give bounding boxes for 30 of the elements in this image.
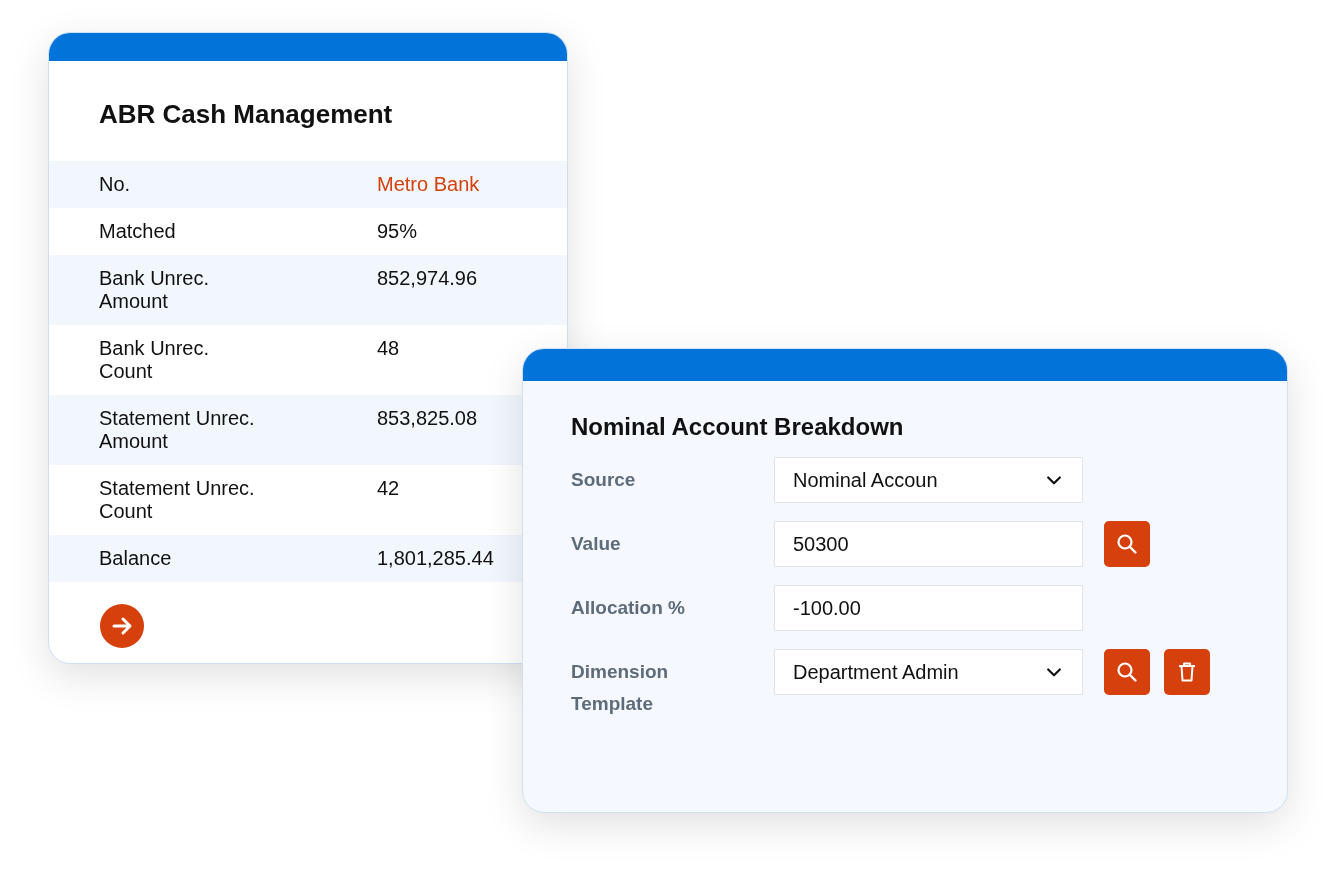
search-button[interactable]	[1104, 649, 1150, 695]
row-label: No.	[99, 173, 132, 196]
delete-button[interactable]	[1164, 649, 1210, 695]
row-label: Bank Unrec. Amount	[99, 267, 211, 313]
input-field[interactable]: -100.00	[774, 585, 1083, 631]
row-value: 42	[377, 477, 400, 501]
input-field[interactable]: 50300	[774, 521, 1083, 567]
search-icon	[1115, 532, 1139, 556]
field-label: Source	[571, 468, 637, 492]
field-label: Value	[571, 532, 622, 556]
card-title: ABR Cash Management	[99, 98, 394, 131]
row-label: Balance	[99, 547, 173, 570]
row-value: 1,801,285.44	[377, 547, 494, 570]
search-button[interactable]	[1104, 521, 1150, 567]
row-label: Bank Unrec. Count	[99, 337, 211, 383]
row-label: Statement Unrec. Count	[99, 477, 256, 523]
row-label: Statement Unrec. Amount	[99, 407, 256, 453]
row-value: 853,825.08	[377, 407, 478, 431]
dropdown[interactable]: Nominal Accoun	[774, 457, 1083, 503]
arrow-button[interactable]	[100, 604, 144, 648]
row-label: Matched	[99, 220, 177, 243]
row-value: 95%	[377, 220, 418, 243]
field-label: Dimension Template	[571, 660, 670, 716]
bank-link[interactable]: Metro Bank	[377, 173, 480, 196]
search-icon	[1115, 660, 1139, 684]
card-title: Nominal Account Breakdown	[571, 412, 905, 442]
row-value: 48	[377, 337, 400, 361]
dropdown[interactable]: Department Admin	[774, 649, 1083, 695]
field-label: Allocation %	[571, 596, 686, 620]
row-value: 852,974.96	[377, 267, 478, 291]
